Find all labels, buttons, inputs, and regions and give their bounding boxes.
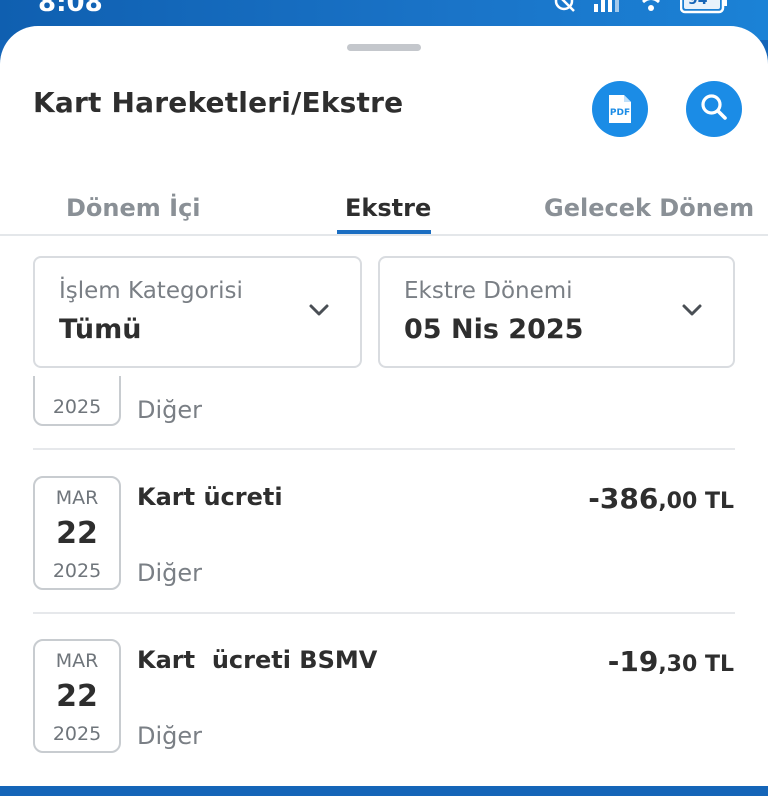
tab-donem-ici[interactable]: Dönem İçi: [66, 194, 201, 222]
date-month: MAR: [55, 650, 99, 672]
amount-decimal: ,00 TL: [658, 489, 734, 514]
transaction-title: Kart ücreti BSMV: [137, 646, 378, 674]
transaction-category: Diğer: [137, 396, 203, 424]
divider: [33, 612, 735, 614]
category-select-label: İşlem Kategorisi: [59, 278, 243, 304]
date-year: 2025: [52, 396, 102, 418]
date-year: 2025: [52, 560, 102, 582]
page-title: Kart Hareketleri/Ekstre: [33, 86, 404, 119]
tab-ekstre[interactable]: Ekstre: [345, 194, 431, 222]
pdf-button[interactable]: PDF: [592, 81, 648, 137]
period-select[interactable]: Ekstre Dönemi 05 Nis 2025: [378, 256, 735, 368]
period-select-value: 05 Nis 2025: [404, 314, 584, 345]
pdf-file-icon: PDF: [607, 93, 633, 125]
transaction-amount: -386,00 TL: [588, 482, 734, 515]
date-month: MAR: [55, 487, 99, 509]
transaction-amount: -19,30 TL: [608, 645, 734, 678]
amount-decimal: ,30 TL: [658, 652, 734, 677]
chevron-down-icon: [681, 302, 703, 321]
amount-integer: -19: [607, 645, 659, 678]
date-day: 22: [56, 679, 98, 714]
battery-level: 94: [688, 0, 708, 8]
date-box: MAR 22 2025: [33, 639, 121, 753]
tab-gelecek-donem[interactable]: Gelecek Dönem: [544, 194, 754, 222]
active-tab-indicator: [337, 230, 431, 234]
category-select-value: Tümü: [59, 314, 142, 345]
battery-icon: 94: [680, 0, 728, 14]
period-select-label: Ekstre Dönemi: [404, 278, 573, 304]
wifi-icon: [636, 0, 666, 16]
date-box: 2025: [33, 376, 121, 426]
bottom-sheet: Kart Hareketleri/Ekstre PDF Dönem İçi Ek…: [0, 26, 768, 786]
alarm-off-icon: [550, 0, 578, 16]
transaction-list[interactable]: 2025 Diğer MAR 22 2025 Kart ücreti Diğer…: [0, 376, 768, 796]
amount-integer: -386: [588, 482, 659, 515]
search-button[interactable]: [686, 81, 742, 137]
search-icon: [699, 92, 729, 126]
drag-handle[interactable]: [347, 44, 421, 51]
chevron-down-icon: [308, 302, 330, 321]
transaction-title: Kart ücreti: [137, 483, 283, 511]
status-time: 8:08: [38, 0, 103, 18]
pdf-label: PDF: [609, 108, 631, 118]
category-select[interactable]: İşlem Kategorisi Tümü: [33, 256, 362, 368]
transaction-category: Diğer: [137, 559, 203, 587]
status-icons: 94: [550, 0, 728, 16]
date-box: MAR 22 2025: [33, 476, 121, 590]
tab-bar: Dönem İçi Ekstre Gelecek Dönem: [0, 186, 768, 236]
date-day: 22: [56, 516, 98, 551]
divider: [33, 448, 735, 450]
signal-icon: [592, 0, 622, 16]
date-year: 2025: [52, 723, 102, 745]
transaction-category: Diğer: [137, 722, 203, 750]
